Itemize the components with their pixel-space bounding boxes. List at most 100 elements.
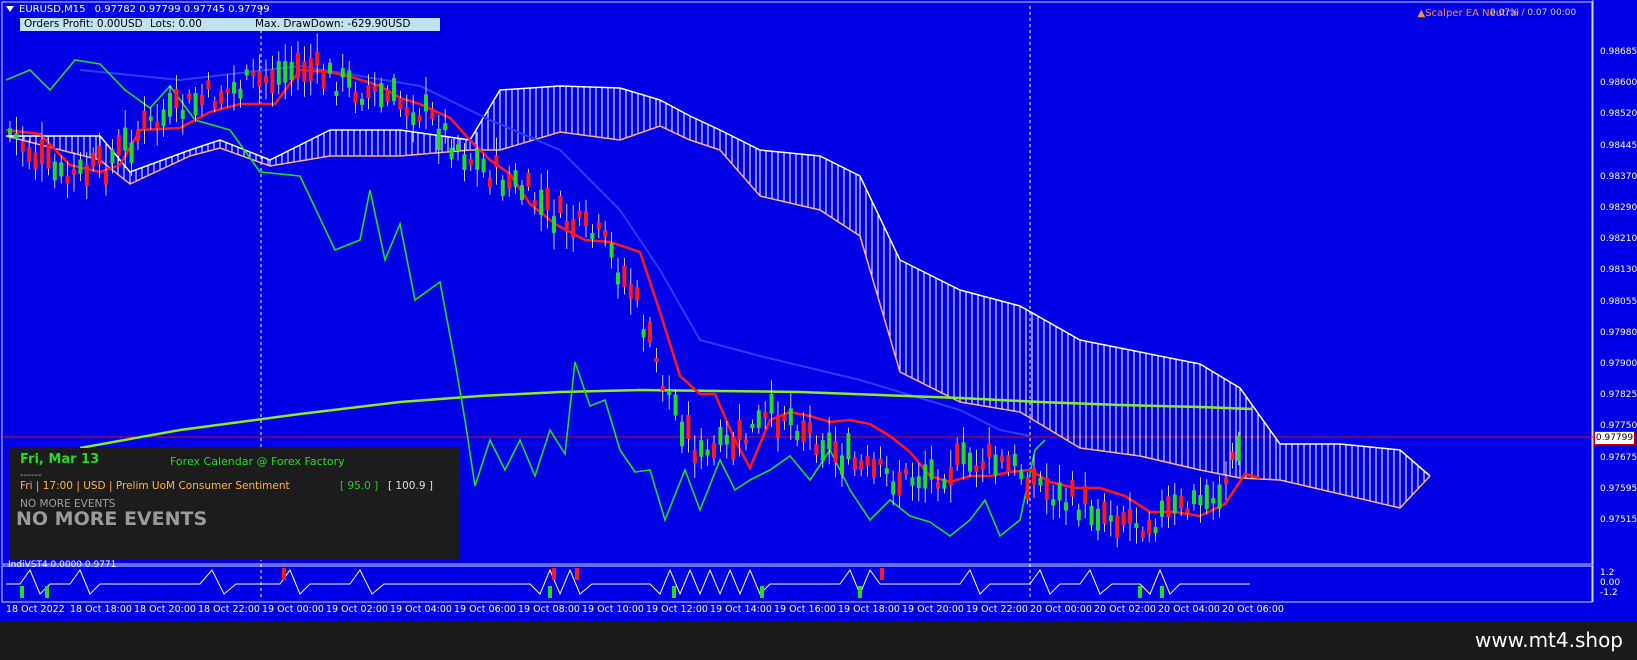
candle-body	[769, 393, 774, 414]
indicator-label: IndiVST4 0.0000 0.9771	[8, 560, 117, 570]
candle-body	[865, 455, 870, 466]
candle-body	[1224, 477, 1228, 484]
chart-window[interactable]: EURUSD,M15 0.97782 0.97799 0.97745 0.977…	[0, 0, 1637, 622]
time-tick-label: 18 Oct 2022	[6, 604, 65, 615]
candle-body	[417, 115, 422, 122]
price-tick-label: 0.98055	[1600, 296, 1637, 307]
candle-body	[14, 133, 19, 139]
candle-body	[635, 287, 640, 301]
candle-body	[104, 171, 108, 185]
time-tick-label: 20 Oct 04:00	[1158, 604, 1220, 615]
candle-body	[52, 161, 57, 181]
price-axis[interactable]: 0.98685 0.98600 0.98520 0.98445 0.98370 0.982…	[1593, 0, 1637, 565]
candle-body	[680, 421, 684, 447]
candle-body	[372, 86, 377, 92]
candle-body	[852, 457, 857, 470]
candle-body	[1198, 495, 1203, 506]
candle-body	[577, 210, 582, 218]
candle-body	[97, 145, 102, 165]
candle-body	[884, 468, 889, 474]
candle-body	[456, 144, 460, 152]
chart-dropdown-triangle-icon[interactable]	[6, 6, 14, 12]
candle-body	[468, 159, 473, 166]
candle-body	[404, 107, 409, 117]
calendar-event: Fri | 17:00 | USD | Prelim UoM Consumer …	[20, 480, 290, 492]
candle-body	[494, 155, 499, 167]
indicator-signal-bar	[760, 586, 764, 598]
candle-body	[174, 88, 179, 109]
candle-body	[1083, 485, 1088, 505]
candle-body	[244, 69, 249, 76]
candle-body	[78, 159, 83, 174]
candle-body	[72, 169, 76, 175]
calendar-title: Forex Calendar @ Forex Factory	[170, 455, 345, 468]
candle-body	[910, 477, 915, 486]
candle-body	[84, 165, 89, 186]
candle-body	[724, 435, 729, 445]
candle-body	[737, 420, 742, 441]
candle-body	[558, 195, 563, 214]
candle-body	[648, 321, 652, 343]
candle-body	[756, 410, 761, 428]
candle-body	[91, 152, 96, 167]
indicator-wave	[6, 568, 1250, 596]
indicator-subwindow[interactable]	[0, 566, 1593, 602]
candle-body	[776, 414, 780, 439]
indicator-signal-bar	[548, 586, 552, 598]
candle-body	[520, 185, 524, 200]
candle-body	[264, 76, 268, 83]
candle-body	[500, 179, 505, 196]
candle-body	[564, 221, 569, 232]
candle-body	[129, 142, 134, 163]
candle-body	[340, 68, 345, 78]
candle-body	[590, 233, 595, 240]
candle-body	[232, 82, 236, 94]
candle-body	[744, 439, 748, 444]
ohlc-values: 0.97782 0.97799 0.97745 0.97799	[94, 4, 270, 15]
candle-body	[251, 71, 256, 76]
candle-body	[1230, 451, 1235, 460]
candle-body	[584, 211, 588, 227]
candle-body	[59, 162, 64, 177]
sub-axis-top: 1.2	[1600, 568, 1615, 578]
candle-body	[40, 139, 44, 165]
candle-body	[846, 433, 851, 459]
time-tick-label: 18 Oct 22:00	[198, 604, 260, 615]
indicator-marks	[20, 568, 1164, 598]
candle-body	[1192, 490, 1196, 505]
price-tick-label: 0.98600	[1600, 78, 1637, 89]
price-tick-label: 0.97515	[1600, 515, 1637, 525]
candle-body	[385, 89, 390, 102]
candle-body	[1166, 496, 1171, 518]
candle-body	[532, 200, 537, 207]
candle-body	[1044, 478, 1049, 500]
candle-body	[238, 88, 243, 99]
candle-body	[1115, 515, 1120, 538]
candle-body	[123, 127, 128, 151]
candle-body	[1051, 499, 1056, 506]
candle-body	[552, 216, 556, 233]
candle-body	[686, 414, 691, 439]
candle-body	[916, 476, 921, 489]
candle-body	[1108, 515, 1113, 522]
candle-body	[436, 128, 441, 151]
time-tick-label: 19 Oct 22:00	[966, 604, 1028, 615]
price-tick-label: 0.98520	[1600, 109, 1637, 120]
price-tick-label: 0.97900	[1600, 359, 1637, 369]
time-tick-label: 19 Oct 20:00	[902, 604, 964, 615]
candle-body	[155, 121, 160, 128]
price-tick-label: 0.97675	[1600, 452, 1637, 463]
candle-body	[948, 467, 953, 486]
time-tick-label: 19 Oct 02:00	[326, 604, 388, 615]
candle-body	[148, 116, 153, 121]
candle-body	[974, 464, 979, 472]
candle-body	[136, 129, 140, 141]
candle-body	[308, 57, 313, 82]
calendar-date: Fri, Mar 13	[20, 452, 100, 467]
candle-body	[929, 459, 934, 480]
sub-axis-mid: 0.00	[1600, 578, 1621, 588]
candle-body	[987, 443, 992, 458]
candle-body	[878, 458, 883, 465]
candle-body	[571, 218, 576, 238]
candle-body	[539, 189, 544, 215]
